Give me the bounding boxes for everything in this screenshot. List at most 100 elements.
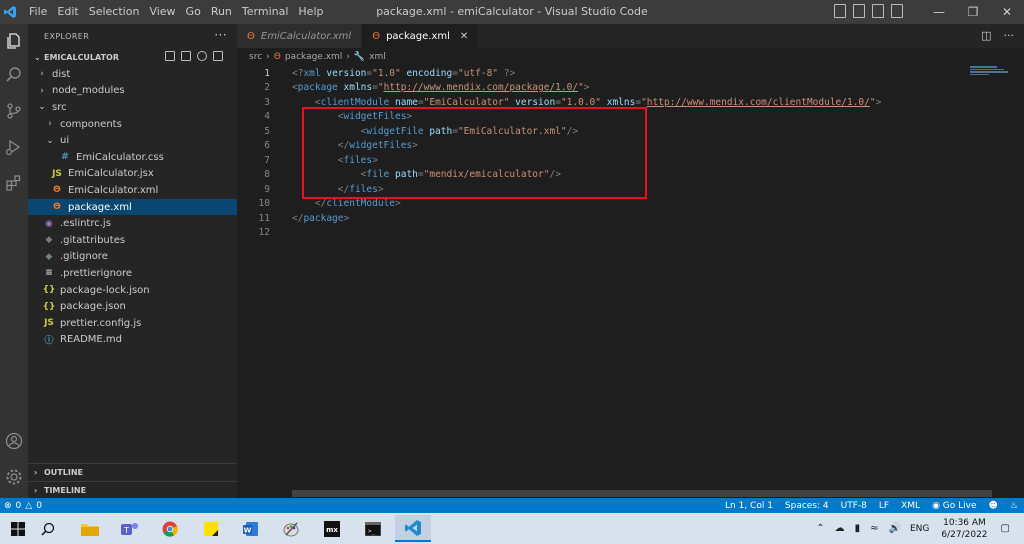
close-tab-icon[interactable]: ✕: [460, 31, 468, 42]
menu-file[interactable]: File: [24, 0, 52, 24]
file-explorer-icon[interactable]: [72, 515, 108, 542]
tree-file[interactable]: # EmiCalculator.css: [28, 149, 237, 166]
code-line[interactable]: 1 <?xml version="1.0" encoding="utf-8" ?>: [237, 66, 1024, 81]
tree-file[interactable]: Θpackage.xml: [28, 198, 237, 216]
breadcrumb-item[interactable]: src: [249, 52, 262, 62]
breadcrumb-item[interactable]: xml: [369, 52, 386, 62]
language-mode[interactable]: XML: [901, 501, 920, 511]
wifi-icon[interactable]: ≈: [870, 523, 878, 534]
cursor-position[interactable]: Ln 1, Col 1: [725, 501, 773, 511]
taskbar-search-icon[interactable]: [30, 515, 66, 542]
xml-file-icon: Θ: [273, 52, 281, 62]
sticky-notes-icon[interactable]: [193, 515, 229, 542]
breadcrumb: src › Θ package.xml › 🔧 xml: [237, 48, 1024, 66]
refresh-icon[interactable]: [197, 51, 207, 61]
menu-run[interactable]: Run: [206, 0, 237, 24]
eslint-file-icon: ◉: [45, 218, 53, 229]
word-icon[interactable]: W: [233, 515, 269, 542]
settings-gear-icon[interactable]: [0, 462, 28, 492]
tree-file[interactable]: ◆ .gitignore: [28, 249, 237, 266]
new-folder-icon[interactable]: [181, 51, 191, 61]
breadcrumb-item[interactable]: package.xml: [285, 52, 342, 62]
problems-indicator[interactable]: ⊗ 0 △ 0: [0, 501, 42, 511]
svg-text:W: W: [244, 526, 252, 534]
account-icon[interactable]: [0, 426, 28, 456]
tab-emicalculator-xml[interactable]: Θ EmiCalculator.xml: [237, 24, 363, 48]
minimize-button[interactable]: —: [922, 0, 956, 24]
code-text: </clientModule>: [314, 198, 401, 210]
feedback-icon[interactable]: ☻: [989, 501, 998, 511]
xml-file-icon: Θ: [247, 30, 255, 42]
restore-button[interactable]: ❐: [956, 0, 990, 24]
timeline-section-header[interactable]: › TIMELINE: [28, 481, 237, 499]
tree-folder[interactable]: ⌄ src: [28, 99, 237, 116]
tree-file[interactable]: ⓘ README.md: [28, 332, 237, 349]
status-bar: ⊗ 0 △ 0 Ln 1, Col 1 Spaces: 4 UTF-8 LF X…: [0, 498, 1024, 513]
notification-center-icon[interactable]: ▢: [1001, 523, 1010, 534]
toggle-panel-icon[interactable]: [853, 4, 865, 18]
vscode-taskbar-icon[interactable]: [395, 515, 431, 542]
split-editor-icon[interactable]: ◫: [981, 29, 991, 42]
tree-file[interactable]: ≡ .prettierignore: [28, 265, 237, 282]
tree-file[interactable]: ◆ .gitattributes: [28, 232, 237, 249]
tree-file[interactable]: Θ EmiCalculator.xml: [28, 182, 237, 199]
tree-folder[interactable]: › dist: [28, 66, 237, 83]
tree-file[interactable]: JS EmiCalculator.jsx: [28, 166, 237, 183]
extensions-icon[interactable]: [0, 168, 28, 198]
cloud-icon[interactable]: ☁: [835, 523, 845, 534]
tree-file[interactable]: ◉ .eslintrc.js: [28, 215, 237, 232]
horizontal-scrollbar[interactable]: [292, 490, 992, 497]
go-live-button[interactable]: ◉ Go Live: [932, 501, 976, 511]
tree-folder[interactable]: › node_modules: [28, 83, 237, 100]
search-icon[interactable]: [0, 60, 28, 90]
toggle-primary-sidebar-icon[interactable]: [834, 4, 846, 18]
new-file-icon[interactable]: [165, 51, 175, 61]
menu-terminal[interactable]: Terminal: [237, 0, 294, 24]
close-window-button[interactable]: ✕: [990, 0, 1024, 24]
input-language[interactable]: ENG: [910, 524, 929, 534]
notifications-bell-icon[interactable]: ♨: [1010, 501, 1018, 511]
tree-folder[interactable]: › components: [28, 116, 237, 133]
tab-package-xml[interactable]: Θ package.xml ✕: [362, 24, 480, 48]
menu-view[interactable]: View: [144, 0, 180, 24]
mendix-icon[interactable]: mx: [314, 515, 350, 542]
chrome-icon[interactable]: [152, 515, 188, 542]
more-actions-icon[interactable]: ···: [1004, 29, 1015, 42]
tree-file[interactable]: {} package.json: [28, 298, 237, 315]
indentation[interactable]: Spaces: 4: [785, 501, 829, 511]
more-actions-icon[interactable]: ···: [214, 28, 227, 42]
minimap[interactable]: [970, 66, 1008, 80]
source-control-icon[interactable]: [0, 96, 28, 126]
paint-app-icon[interactable]: [273, 515, 309, 542]
teams-icon[interactable]: T: [112, 515, 148, 542]
clock-date: 6/27/2022: [941, 529, 988, 540]
menu-selection[interactable]: Selection: [84, 0, 145, 24]
code-line[interactable]: 12: [237, 226, 1024, 241]
tree-file[interactable]: {} package-lock.json: [28, 282, 237, 299]
customize-layout-icon[interactable]: [891, 4, 903, 18]
toggle-secondary-sidebar-icon[interactable]: [872, 4, 884, 18]
menu-go[interactable]: Go: [181, 0, 206, 24]
tree-file[interactable]: JS prettier.config.js: [28, 315, 237, 332]
outline-section-header[interactable]: › OUTLINE: [28, 463, 237, 481]
end-of-line[interactable]: LF: [879, 501, 889, 511]
volume-icon[interactable]: 🔊: [889, 523, 901, 534]
terminal-icon[interactable]: >_: [355, 515, 391, 542]
code-line[interactable]: 2 <package xmlns="http://www.mendix.com/p…: [237, 81, 1024, 96]
chevron-right-icon: ›: [266, 52, 270, 62]
battery-icon[interactable]: ▮: [855, 523, 861, 534]
tree-folder[interactable]: ⌄ ui: [28, 132, 237, 149]
clock[interactable]: 10:36 AM 6/27/2022: [941, 517, 987, 541]
error-icon: ⊗: [4, 500, 12, 511]
menu-edit[interactable]: Edit: [52, 0, 83, 24]
explorer-icon[interactable]: [0, 26, 28, 56]
encoding[interactable]: UTF-8: [841, 501, 867, 511]
project-section-header[interactable]: ⌄ EMICALCULATOR: [28, 48, 237, 66]
timeline-label: TIMELINE: [44, 486, 87, 495]
run-debug-icon[interactable]: [0, 132, 28, 162]
menu-help[interactable]: Help: [293, 0, 328, 24]
code-line[interactable]: 11 </package>: [237, 211, 1024, 226]
chevron-up-icon[interactable]: ⌃: [816, 523, 824, 534]
collapse-all-icon[interactable]: [213, 51, 223, 61]
editor-actions: ◫ ···: [981, 29, 1014, 42]
